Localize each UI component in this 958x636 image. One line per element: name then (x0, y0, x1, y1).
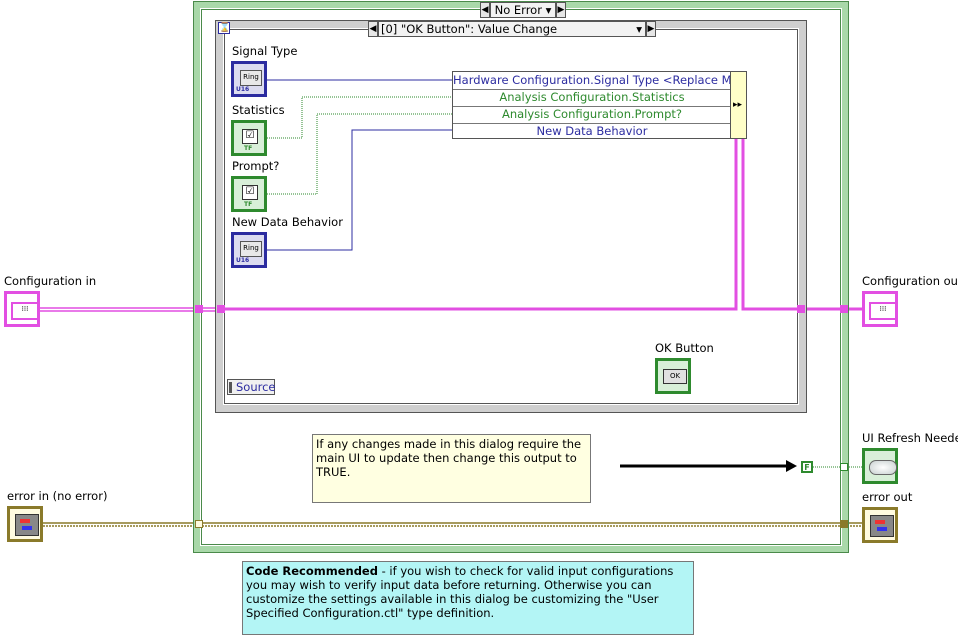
error-cluster-icon (15, 514, 39, 536)
statistics-label: Statistics (232, 103, 285, 117)
prompt-label: Prompt? (232, 159, 280, 173)
case-next-button[interactable]: ▶ (556, 2, 566, 18)
error-out-label: error out (862, 490, 913, 504)
checkbox-icon: ☑ (242, 129, 258, 144)
ui-refresh-tunnel[interactable] (840, 463, 848, 471)
config-tunnel-event-right[interactable] (797, 305, 805, 313)
new-data-behavior-terminal[interactable]: Ring U16 (231, 232, 267, 268)
case-selector[interactable]: No Error ▾ (490, 2, 556, 18)
source-label: Source (236, 380, 276, 394)
error-tunnel-left[interactable] (195, 520, 203, 528)
type-foot: TF (244, 201, 253, 208)
config-in-label: Configuration in (4, 274, 97, 288)
type-foot: U16 (236, 257, 250, 264)
chevron-down-icon: ▾ (545, 3, 552, 17)
checkbox-icon: ☑ (242, 185, 258, 200)
config-in-terminal[interactable]: ⁞⁞⁞ (4, 291, 40, 327)
event-next-button[interactable]: ▶ (646, 21, 656, 37)
ui-update-note: If any changes made in this dialog requi… (312, 434, 591, 503)
bundle-row-statistics[interactable]: Analysis Configuration.Statistics (453, 89, 731, 107)
bundle-row-prompt[interactable]: Analysis Configuration.Prompt? (453, 106, 731, 124)
event-prev-button[interactable]: ◀ (368, 21, 378, 37)
ring-chip: Ring (240, 241, 262, 257)
false-constant[interactable]: F (801, 461, 813, 473)
config-tunnel-event-left[interactable] (217, 305, 225, 313)
ok-button-label: OK Button (655, 341, 714, 355)
note-bold-lead: Code Recommended (246, 564, 378, 578)
statistics-terminal[interactable]: ☑ TF (231, 120, 267, 156)
chevron-down-icon: ▾ (636, 22, 642, 36)
error-cluster-icon (870, 515, 894, 537)
type-foot: TF (244, 145, 253, 152)
error-tunnel-right[interactable] (840, 520, 848, 528)
bundle-by-name-node[interactable]: Hardware Configuration.Signal Type <Repl… (452, 71, 732, 139)
ok-button-terminal[interactable]: OK (655, 358, 691, 394)
source-bar-icon (229, 382, 232, 393)
code-recommended-note: Code Recommended - if you wish to check … (242, 561, 694, 635)
bundle-row-new-data-behavior[interactable]: New Data Behavior (453, 123, 731, 140)
ok-button-icon: OK (663, 369, 687, 384)
event-source-node[interactable]: Source (227, 379, 276, 395)
prompt-terminal[interactable]: ☑ TF (231, 176, 267, 212)
ui-refresh-label: UI Refresh Needed (862, 431, 958, 445)
error-in-terminal[interactable] (7, 506, 43, 542)
bundle-arrow-icon: ▸▸ (733, 100, 743, 110)
ring-chip: Ring (240, 70, 262, 86)
case-selector-label: No Error (494, 3, 542, 17)
led-icon (869, 460, 897, 475)
event-selector[interactable]: [0] "OK Button": Value Change ▾ (378, 21, 646, 37)
config-out-label: Configuration out (862, 274, 958, 288)
cluster-icon: ⁞⁞⁞ (11, 302, 39, 320)
error-in-label: error in (no error) (7, 489, 108, 503)
case-prev-button[interactable]: ◀ (480, 2, 490, 18)
ui-refresh-terminal[interactable] (862, 448, 898, 484)
error-out-terminal[interactable] (862, 507, 898, 543)
bundle-row-signal-type[interactable]: Hardware Configuration.Signal Type <Repl… (453, 72, 731, 90)
new-data-behavior-label: New Data Behavior (232, 215, 343, 229)
config-tunnel-right[interactable] (840, 305, 848, 313)
event-selector-label: [0] "OK Button": Value Change (381, 22, 558, 36)
type-foot: U16 (236, 86, 250, 93)
signal-type-label: Signal Type (232, 44, 298, 58)
config-tunnel-left[interactable] (195, 305, 203, 313)
signal-type-terminal[interactable]: Ring U16 (231, 61, 267, 97)
cluster-icon: ⁞⁞⁞ (869, 302, 897, 320)
config-out-terminal[interactable]: ⁞⁞⁞ (862, 291, 898, 327)
hourglass-icon: ⌛ (218, 22, 231, 34)
bundle-cluster-strip: ▸▸ (730, 71, 747, 139)
